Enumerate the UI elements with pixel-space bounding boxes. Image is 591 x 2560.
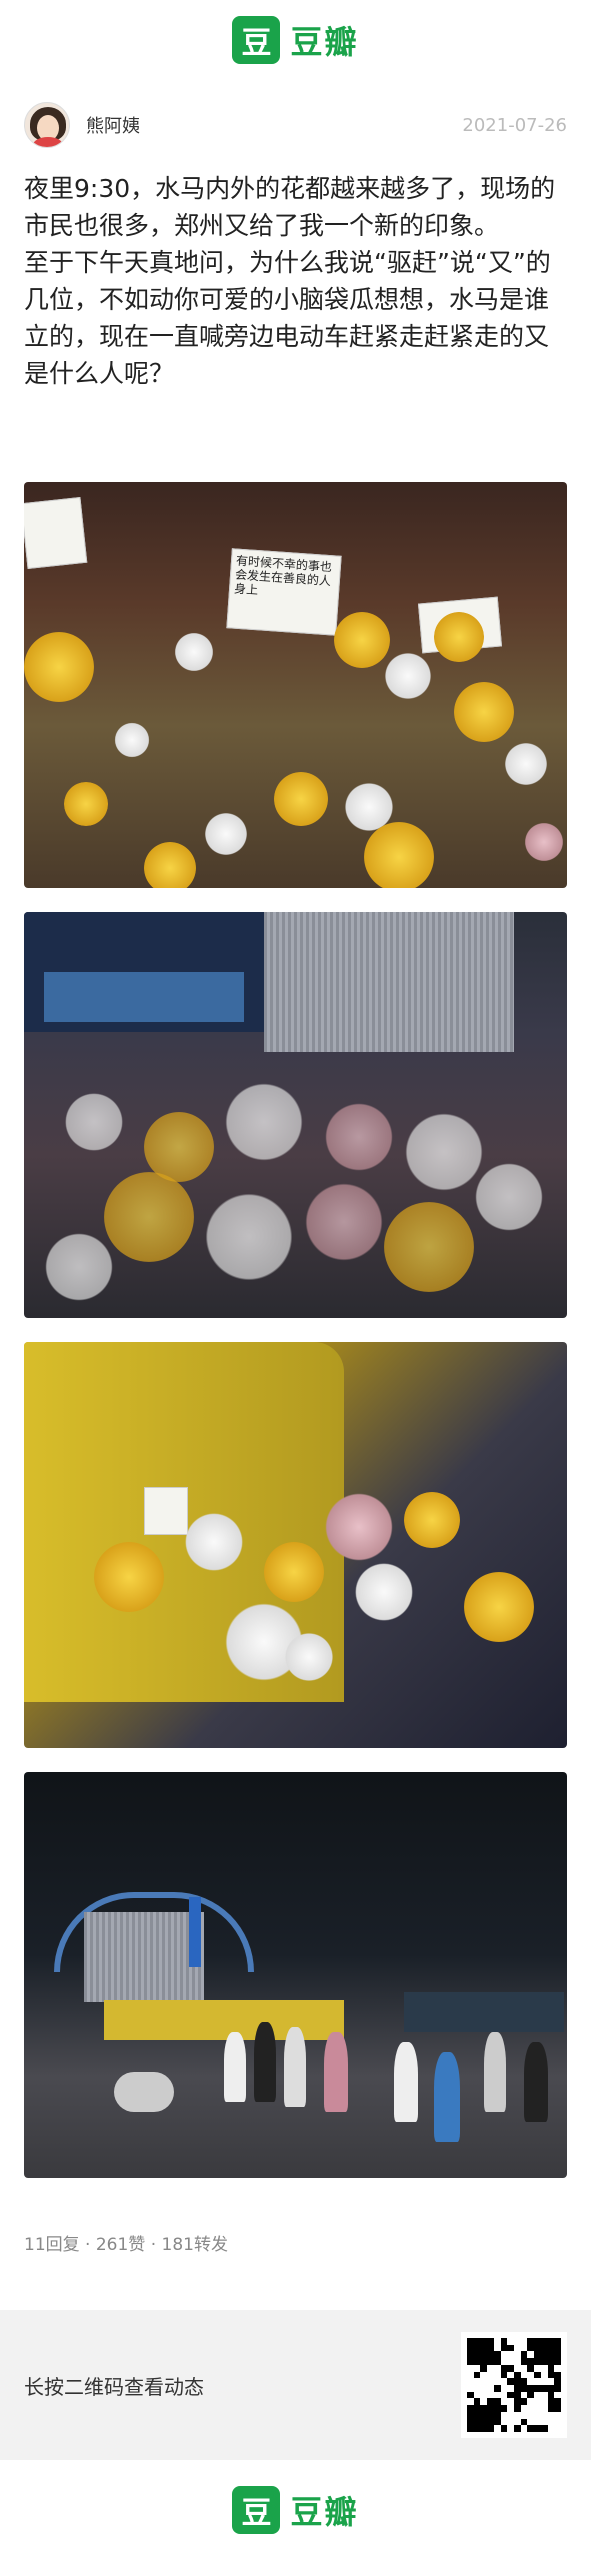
post-date: 2021-07-26 [462, 114, 567, 136]
memorial-card-left [24, 497, 88, 569]
qr-section: 长按二维码查看动态 [0, 2310, 591, 2460]
post-paragraph: 至于下午天真地问，为什么我说“驱赶”说“又”的几位，不如动你可爱的小脑袋瓜想想，… [24, 248, 551, 388]
qr-code-icon[interactable] [461, 2332, 567, 2438]
douban-footer-logo[interactable]: 豆 豆瓣 [232, 2486, 358, 2534]
memorial-card-message: 有时候不幸的事也会发生在善良的人身上 [226, 548, 342, 636]
photo-flowers-closeup[interactable]: 有时候不幸的事也会发生在善良的人身上 [24, 482, 567, 888]
douban-footer-logo-mark: 豆 [232, 2486, 281, 2534]
douban-footer-logo-text: 豆瓣 [290, 2493, 359, 2531]
bottom-footer: 豆 豆瓣 [0, 2460, 591, 2560]
post-stats: 11回复 · 261赞 · 181转发 [24, 2235, 228, 2255]
top-header: 豆 豆瓣 [0, 0, 591, 80]
photo-flower-field-night[interactable] [24, 912, 567, 1318]
avatar-icon[interactable] [24, 102, 70, 148]
douban-logo-mark: 豆 [232, 16, 281, 64]
memorial-card-small [144, 1487, 188, 1535]
photo-night-street[interactable] [24, 1772, 567, 2178]
douban-logo[interactable]: 豆 豆瓣 [232, 16, 358, 64]
post-paragraph: 夜里9:30，水马内外的花都越来越多了，现场的市民也很多，郑州又给了我一个新的印… [24, 174, 556, 240]
author-row: 熊阿姨 2021-07-26 [24, 100, 567, 150]
post-body: 夜里9:30，水马内外的花都越来越多了，现场的市民也很多，郑州又给了我一个新的印… [24, 170, 569, 392]
author-name[interactable]: 熊阿姨 [86, 112, 140, 138]
douban-logo-text: 豆瓣 [290, 23, 359, 61]
qr-hint-text: 长按二维码查看动态 [24, 2374, 204, 2399]
photo-barrier-bouquets[interactable] [24, 1342, 567, 1748]
